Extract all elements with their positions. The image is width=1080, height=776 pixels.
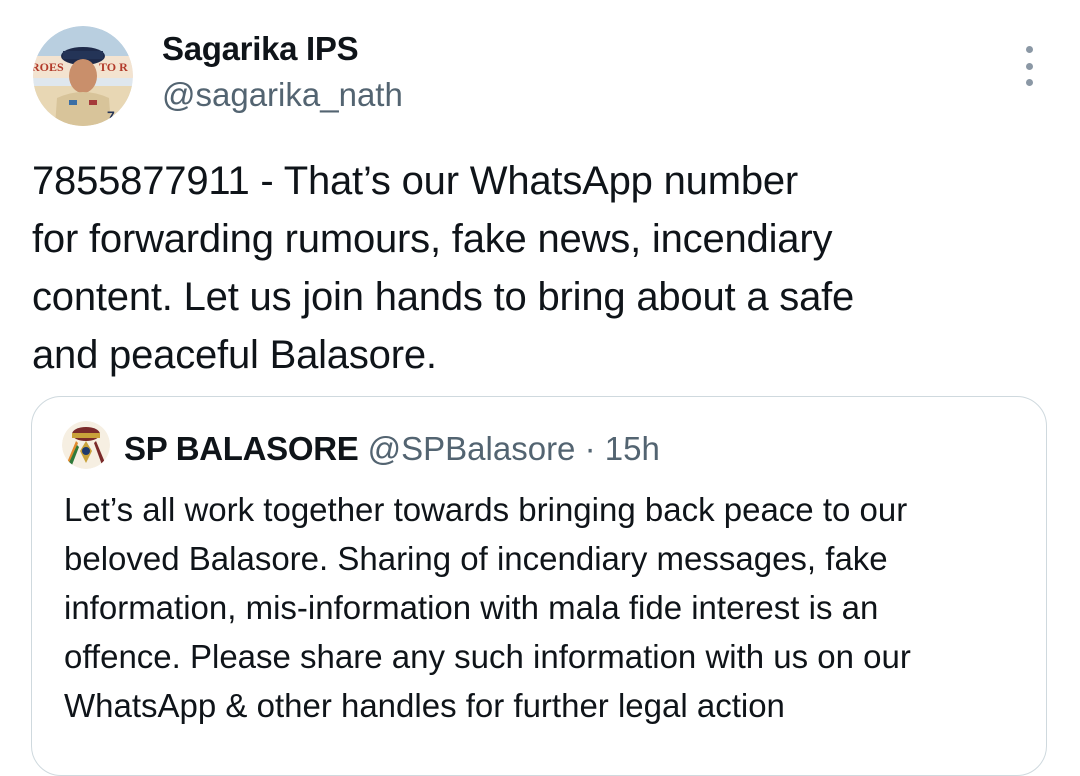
more-options-button[interactable] [1012, 46, 1046, 86]
more-vertical-icon [1025, 46, 1033, 53]
author-avatar[interactable]: ROES TO R 7 [33, 26, 133, 126]
quoted-text-line: offence. Please share any such informati… [64, 638, 911, 675]
quoted-tweet[interactable]: SP BALASORE @SPBalasore · 15h Let’s all … [31, 396, 1047, 776]
quoted-header: SP BALASORE @SPBalasore · 15h [124, 427, 660, 471]
quoted-text-line: WhatsApp & other handles for further leg… [64, 687, 785, 724]
tweet-text-line: content. Let us join hands to bring abou… [32, 275, 855, 319]
avatar-banner-text-left: ROES [33, 60, 64, 74]
tweet-text-line: for forwarding rumours, fake news, incen… [32, 217, 833, 261]
author-handle[interactable]: @sagarika_nath [162, 76, 403, 114]
profile-photo-icon: ROES TO R 7 [33, 26, 133, 126]
avatar-banner-text-right: TO R [99, 60, 128, 74]
police-emblem-icon [62, 421, 110, 469]
author-display-name[interactable]: Sagarika IPS [162, 30, 359, 68]
tweet-text: 7855877911 - That’s our WhatsApp number … [32, 152, 1042, 384]
quoted-text: Let’s all work together towards bringing… [64, 485, 1024, 730]
quoted-text-line: Let’s all work together towards bringing… [64, 491, 908, 528]
quoted-display-name[interactable]: SP BALASORE [124, 430, 359, 467]
quoted-handle[interactable]: @SPBalasore [368, 430, 576, 467]
quoted-text-line: beloved Balasore. Sharing of incendiary … [64, 540, 888, 577]
quoted-timestamp[interactable]: 15h [605, 430, 660, 467]
quoted-author-avatar[interactable] [62, 421, 110, 469]
tweet: ROES TO R 7 Sagarika IPS @sagarika_nath … [0, 0, 1080, 776]
svg-text:7: 7 [107, 108, 115, 124]
quoted-separator: · [584, 430, 596, 467]
tweet-text-line: 7855877911 - That’s our WhatsApp number [32, 159, 799, 203]
quoted-text-line: information, mis-information with mala f… [64, 589, 879, 626]
tweet-text-line: and peaceful Balasore. [32, 333, 437, 377]
